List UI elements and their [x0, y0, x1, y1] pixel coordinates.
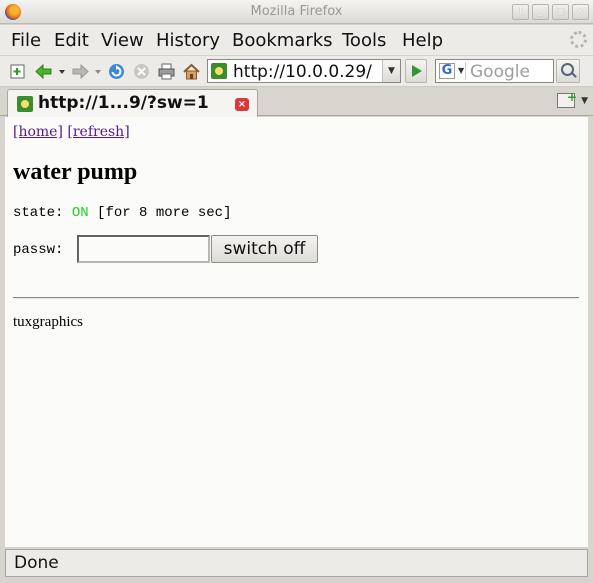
password-field[interactable]: [77, 235, 210, 263]
tab-title: http://1...9/?sw=1: [38, 93, 209, 113]
print-icon[interactable]: [158, 63, 175, 80]
new-tab-toolbar-icon[interactable]: [10, 63, 27, 80]
page-content: [home] [refresh] water pump state: ON [f…: [5, 117, 588, 547]
window-frame-right: [588, 116, 593, 583]
tab-strip: http://1...9/?sw=1 × ▼: [0, 88, 593, 117]
window-title: Mozilla Firefox: [250, 4, 343, 19]
stop-icon[interactable]: [133, 63, 150, 80]
menu-view[interactable]: View: [101, 30, 144, 51]
menu-bookmarks[interactable]: Bookmarks: [232, 30, 333, 51]
url-text[interactable]: http://10.0.0.29/: [233, 62, 372, 82]
engine-dropdown-icon: ▼: [458, 66, 465, 75]
search-input[interactable]: Google: [470, 62, 530, 82]
search-engine-selector[interactable]: G ▼: [438, 62, 466, 80]
window-controls: ↑ _ □ ×: [512, 4, 589, 20]
url-bar[interactable]: http://10.0.0.29/ ▼: [207, 59, 401, 83]
title-bar: Mozilla Firefox ↑ _ □ ×: [0, 0, 593, 24]
navigation-toolbar: http://10.0.0.29/ ▼ G ▼ Google: [0, 56, 593, 87]
window-shade-button[interactable]: ↑: [512, 4, 529, 20]
menu-bar: File Edit View History Bookmarks Tools H…: [0, 25, 593, 55]
url-history-dropdown-icon[interactable]: ▼: [382, 60, 400, 82]
menu-edit[interactable]: Edit: [54, 30, 89, 51]
new-tab-icon[interactable]: [557, 90, 577, 108]
forward-arrow-icon[interactable]: [72, 63, 89, 80]
switch-off-button[interactable]: switch off: [211, 235, 318, 263]
forward-history-dropdown-icon[interactable]: [94, 63, 102, 80]
search-box[interactable]: G ▼ Google: [435, 59, 554, 83]
tab-favicon-icon: [17, 96, 33, 112]
page-heading: water pump: [13, 159, 138, 185]
window-close-button[interactable]: ×: [572, 4, 589, 20]
tab-list-dropdown-icon[interactable]: ▼: [581, 96, 588, 106]
pump-state: state: ON [for 8 more sec]: [13, 205, 231, 221]
back-history-dropdown-icon[interactable]: [58, 63, 66, 80]
password-label: passw:: [13, 242, 64, 258]
search-magnifier-icon[interactable]: [556, 59, 580, 83]
go-button[interactable]: [405, 59, 427, 83]
tab-close-icon[interactable]: ×: [235, 98, 249, 111]
site-favicon-icon: [211, 63, 227, 79]
window-minimize-button[interactable]: _: [532, 4, 549, 20]
menu-help[interactable]: Help: [402, 30, 443, 51]
back-arrow-icon[interactable]: [35, 63, 52, 80]
reload-icon[interactable]: [108, 63, 125, 80]
home-icon[interactable]: [183, 63, 200, 80]
home-link[interactable]: [home]: [13, 124, 63, 140]
status-text: Done: [14, 553, 59, 573]
window-maximize-button[interactable]: □: [552, 4, 569, 20]
menu-file[interactable]: File: [11, 30, 41, 51]
activity-throbber-icon: [570, 31, 587, 48]
nav-links: [home] [refresh]: [13, 124, 130, 140]
state-suffix: [for 8 more sec]: [97, 205, 232, 221]
state-label: state:: [13, 205, 64, 221]
google-engine-icon: G: [439, 63, 455, 79]
footer-text: tuxgraphics: [13, 314, 83, 330]
refresh-link[interactable]: [refresh]: [67, 124, 129, 140]
divider: [13, 297, 579, 299]
status-bar: Done: [5, 549, 588, 577]
state-value: ON: [71, 205, 89, 221]
menu-history[interactable]: History: [156, 30, 220, 51]
tab-active[interactable]: http://1...9/?sw=1 ×: [7, 89, 258, 117]
menu-tools[interactable]: Tools: [342, 30, 386, 51]
